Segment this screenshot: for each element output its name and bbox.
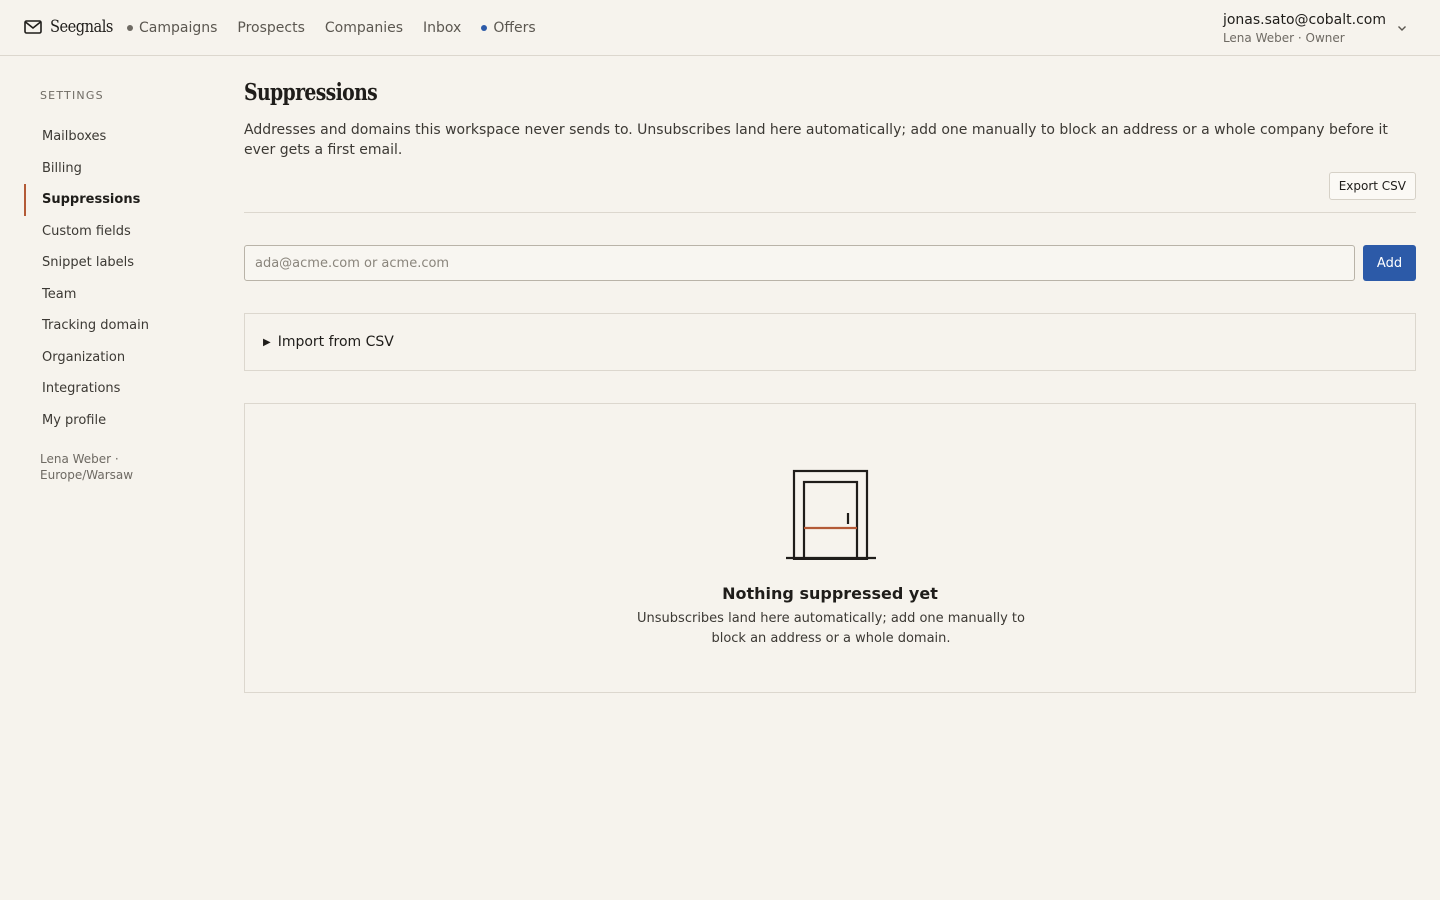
sidebar-item-suppressions[interactable]: Suppressions — [24, 184, 220, 216]
sidebar-item-organization[interactable]: Organization — [24, 342, 220, 374]
envelope-icon — [24, 20, 42, 34]
sidebar-item-custom-fields[interactable]: Custom fields — [24, 216, 220, 248]
sidebar-footer: Lena Weber · Europe/Warsaw — [40, 452, 134, 482]
status-dot — [481, 25, 488, 31]
sidebar-item-team[interactable]: Team — [24, 279, 220, 311]
page-title: Suppressions — [244, 79, 378, 106]
brand-name: Seegnals — [50, 17, 113, 37]
empty-state-text: Unsubscribes land here automatically; ad… — [637, 611, 1025, 646]
primary-nav: Campaigns Prospects Companies Inbox Offe… — [127, 0, 536, 56]
divider — [244, 212, 1416, 213]
import-csv-label: Import from CSV — [277, 334, 394, 350]
sidebar-item-mailboxes[interactable]: Mailboxes — [24, 121, 220, 153]
chevron-down-icon[interactable] — [1396, 22, 1408, 34]
account-email: jonas.sato@cobalt.com — [1222, 12, 1386, 28]
nav-item-inbox[interactable]: Inbox — [423, 20, 461, 36]
page-description: Addresses and domains this workspace nev… — [244, 122, 1388, 158]
nav-item-offers[interactable]: Offers — [481, 20, 536, 36]
export-csv-button[interactable]: Export CSV — [1328, 172, 1416, 200]
sidebar-item-integrations[interactable]: Integrations — [24, 373, 220, 405]
add-button[interactable]: Add — [1363, 245, 1416, 281]
suppression-input[interactable] — [244, 245, 1355, 281]
status-dot — [127, 25, 133, 31]
brand-logo[interactable]: Seegnals — [24, 17, 123, 37]
sidebar-list: Mailboxes Billing Suppressions Custom fi… — [24, 121, 220, 436]
nav-label: Inbox — [423, 20, 462, 36]
nav-label: Campaigns — [139, 20, 218, 36]
nav-label: Companies — [324, 20, 404, 36]
nav-item-campaigns[interactable]: Campaigns — [127, 20, 217, 36]
account-subtitle: Lena Weber · Owner — [1222, 31, 1345, 45]
sidebar-item-snippet-labels[interactable]: Snippet labels — [24, 247, 220, 279]
door-icon — [786, 469, 876, 560]
account-menu[interactable]: jonas.sato@cobalt.com Lena Weber · Owner — [1223, 11, 1386, 47]
sidebar-item-billing[interactable]: Billing — [24, 153, 220, 185]
empty-state: Nothing suppressed yet Unsubscribes land… — [244, 403, 1416, 693]
caret-right-icon: ▶ — [263, 336, 271, 348]
import-csv-disclosure[interactable]: ▶ Import from CSV — [244, 313, 1416, 371]
nav-label: Offers — [493, 20, 536, 36]
nav-item-prospects[interactable]: Prospects — [237, 20, 304, 36]
sidebar-item-tracking-domain[interactable]: Tracking domain — [24, 310, 220, 342]
sidebar-item-my-profile[interactable]: My profile — [24, 405, 220, 437]
nav-label: Prospects — [237, 20, 305, 36]
sidebar-heading: SETTINGS — [40, 89, 104, 102]
empty-state-title: Nothing suppressed yet — [722, 584, 938, 603]
top-nav-bar: Seegnals Campaigns Prospects Companies I… — [0, 0, 1440, 56]
nav-item-companies[interactable]: Companies — [325, 20, 403, 36]
